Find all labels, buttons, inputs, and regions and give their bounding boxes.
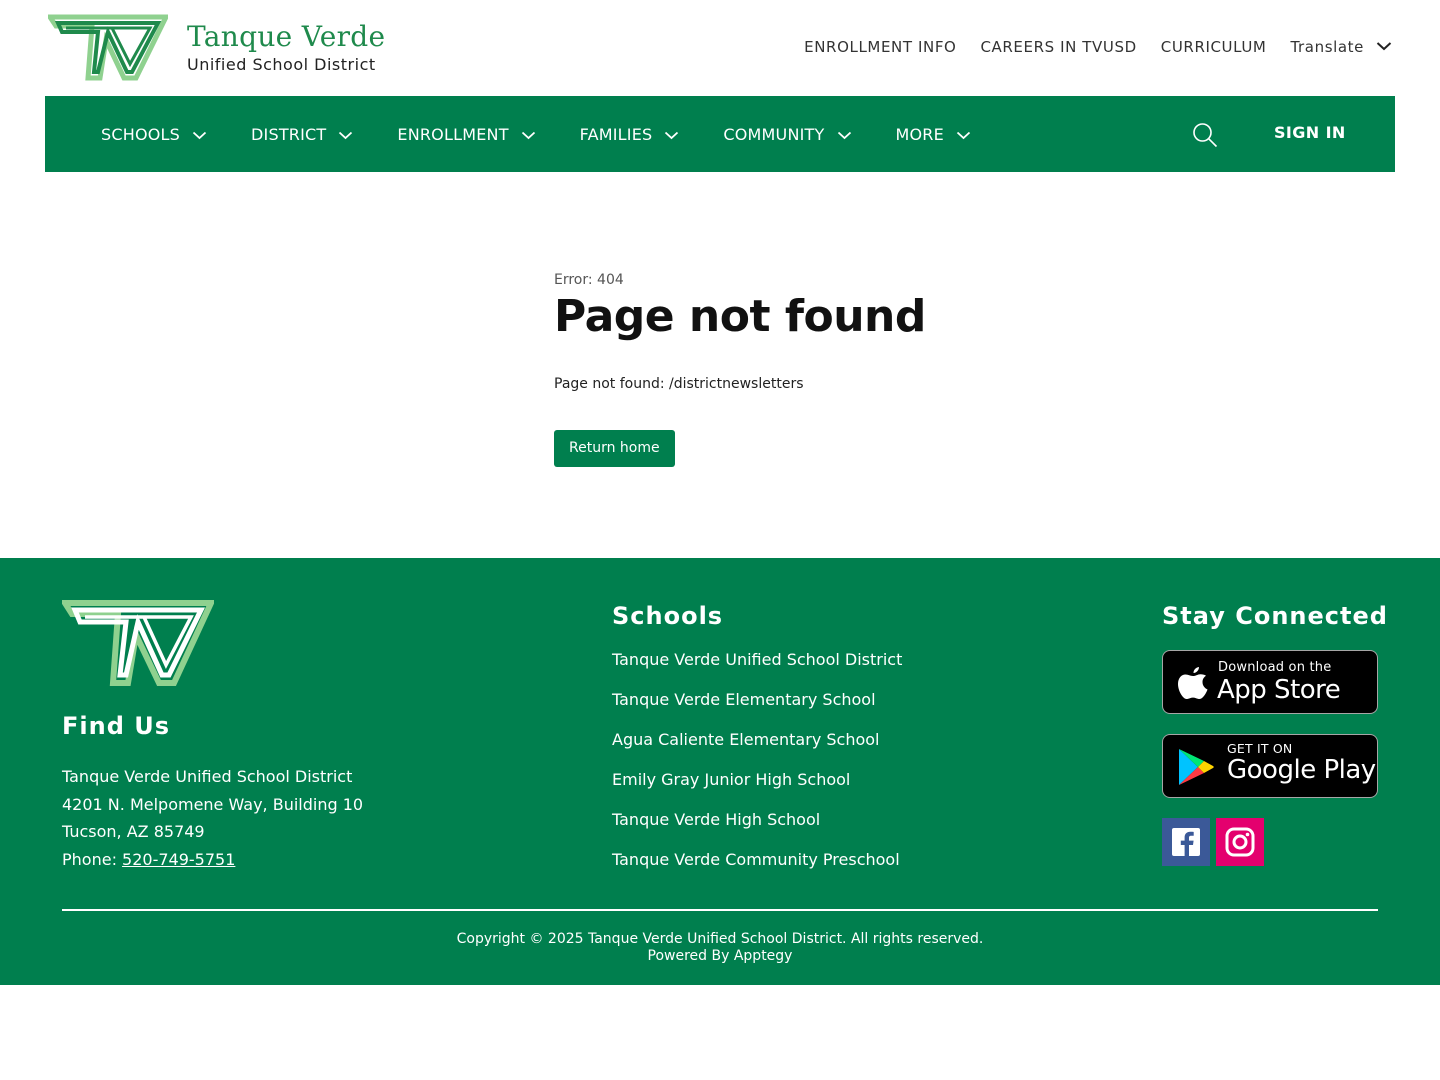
nav-item-community[interactable]: COMMUNITY: [723, 125, 851, 144]
address-city: Tucson, AZ 85749: [62, 822, 205, 841]
address-name: Tanque Verde Unified School District: [62, 767, 353, 786]
google-play-big-text: Google Play: [1227, 755, 1376, 785]
brand-text: Tanque Verde Unified School District: [187, 20, 385, 75]
util-link-enrollment-info[interactable]: ENROLLMENT INFO: [804, 38, 956, 56]
phone-link[interactable]: 520-749-5751: [122, 850, 235, 869]
util-link-curriculum[interactable]: CURRICULUM: [1161, 38, 1267, 56]
error-message: Page not found: /districtnewsletters: [554, 376, 804, 392]
address-phone: Phone: 520-749-5751: [62, 846, 363, 874]
error-content: Error: 404 Page not found Page not found…: [554, 272, 1154, 467]
nav-item-label: FAMILIES: [579, 124, 653, 144]
district-logo[interactable]: [45, 14, 171, 82]
return-home-button[interactable]: Return home: [554, 430, 675, 467]
google-play-small-text: GET IT ON: [1227, 741, 1293, 756]
google-play-icon: [1179, 749, 1214, 785]
error-code: Error: 404: [554, 272, 624, 288]
stay-connected-heading: Stay Connected: [1162, 602, 1388, 630]
instagram-icon[interactable]: [1216, 818, 1264, 866]
school-link[interactable]: Tanque Verde Elementary School: [612, 690, 902, 730]
chevron-down-icon: [338, 125, 353, 144]
main-nav-items: SCHOOLS DISTRICT ENROLLMENT FAMILIES COM…: [101, 96, 1015, 172]
school-link[interactable]: Tanque Verde High School: [612, 810, 902, 850]
chevron-down-icon: [956, 125, 971, 144]
chevron-down-icon: [521, 125, 536, 144]
search-icon[interactable]: [1192, 122, 1218, 148]
translate-dropdown[interactable]: Translate: [1290, 38, 1392, 56]
address-street: 4201 N. Melpomene Way, Building 10: [62, 794, 364, 814]
schools-heading: Schools: [612, 602, 724, 630]
translate-label: Translate: [1290, 38, 1364, 56]
brand-name: Tanque Verde: [187, 20, 386, 53]
chevron-down-icon: [1376, 38, 1392, 56]
school-link[interactable]: Emily Gray Junior High School: [612, 770, 902, 810]
nav-item-label: ENROLLMENT: [397, 124, 509, 144]
school-link[interactable]: Agua Caliente Elementary School: [612, 730, 902, 770]
school-link[interactable]: Tanque Verde Unified School District: [612, 650, 902, 690]
find-us-heading: Find Us: [62, 712, 171, 740]
chevron-down-icon: [837, 125, 852, 144]
nav-item-schools[interactable]: SCHOOLS: [101, 125, 207, 144]
facebook-icon[interactable]: [1162, 818, 1210, 866]
footer-divider: [62, 909, 1378, 911]
google-play-badge[interactable]: GET IT ON Google Play: [1162, 734, 1378, 798]
district-address: Tanque Verde Unified School District 420…: [62, 763, 363, 873]
app-store-big-text: App Store: [1217, 675, 1341, 705]
nav-item-label: COMMUNITY: [723, 124, 825, 144]
powered-by-link[interactable]: Powered By Apptegy: [0, 948, 1440, 965]
app-store-badge[interactable]: Download on the App Store: [1162, 650, 1378, 714]
school-list: Tanque Verde Unified School District Tan…: [612, 650, 902, 890]
nav-item-label: DISTRICT: [251, 124, 327, 144]
copyright-text: Copyright © 2025 Tanque Verde Unified Sc…: [456, 931, 984, 947]
footer: Find Us Tanque Verde Unified School Dist…: [0, 558, 1440, 985]
chevron-down-icon: [192, 125, 207, 144]
utility-nav: ENROLLMENT INFO CAREERS IN TVUSD CURRICU…: [804, 38, 1392, 56]
phone-label: Phone:: [62, 849, 123, 869]
top-header: Tanque Verde Unified School District ENR…: [0, 0, 1440, 96]
chevron-down-icon: [664, 125, 679, 144]
sign-in-link[interactable]: SIGN IN: [1274, 123, 1346, 142]
util-link-careers[interactable]: CAREERS IN TVUSD: [980, 38, 1136, 56]
nav-item-families[interactable]: FAMILIES: [580, 125, 680, 144]
nav-item-label: SCHOOLS: [101, 124, 181, 144]
apple-icon: [1178, 667, 1208, 699]
brand-subtitle: Unified School District: [187, 55, 376, 74]
nav-item-more[interactable]: MORE: [896, 125, 971, 144]
nav-item-enrollment[interactable]: ENROLLMENT: [397, 125, 535, 144]
nav-item-district[interactable]: DISTRICT: [251, 125, 353, 144]
app-store-small-text: Download on the: [1218, 660, 1332, 675]
page-title: Page not found: [554, 291, 926, 342]
tv-logo-icon: [45, 14, 171, 81]
main-nav: SCHOOLS DISTRICT ENROLLMENT FAMILIES COM…: [45, 96, 1395, 172]
school-link[interactable]: Tanque Verde Community Preschool: [612, 850, 902, 890]
tv-logo-icon: [62, 600, 214, 686]
nav-item-label: MORE: [895, 124, 944, 144]
